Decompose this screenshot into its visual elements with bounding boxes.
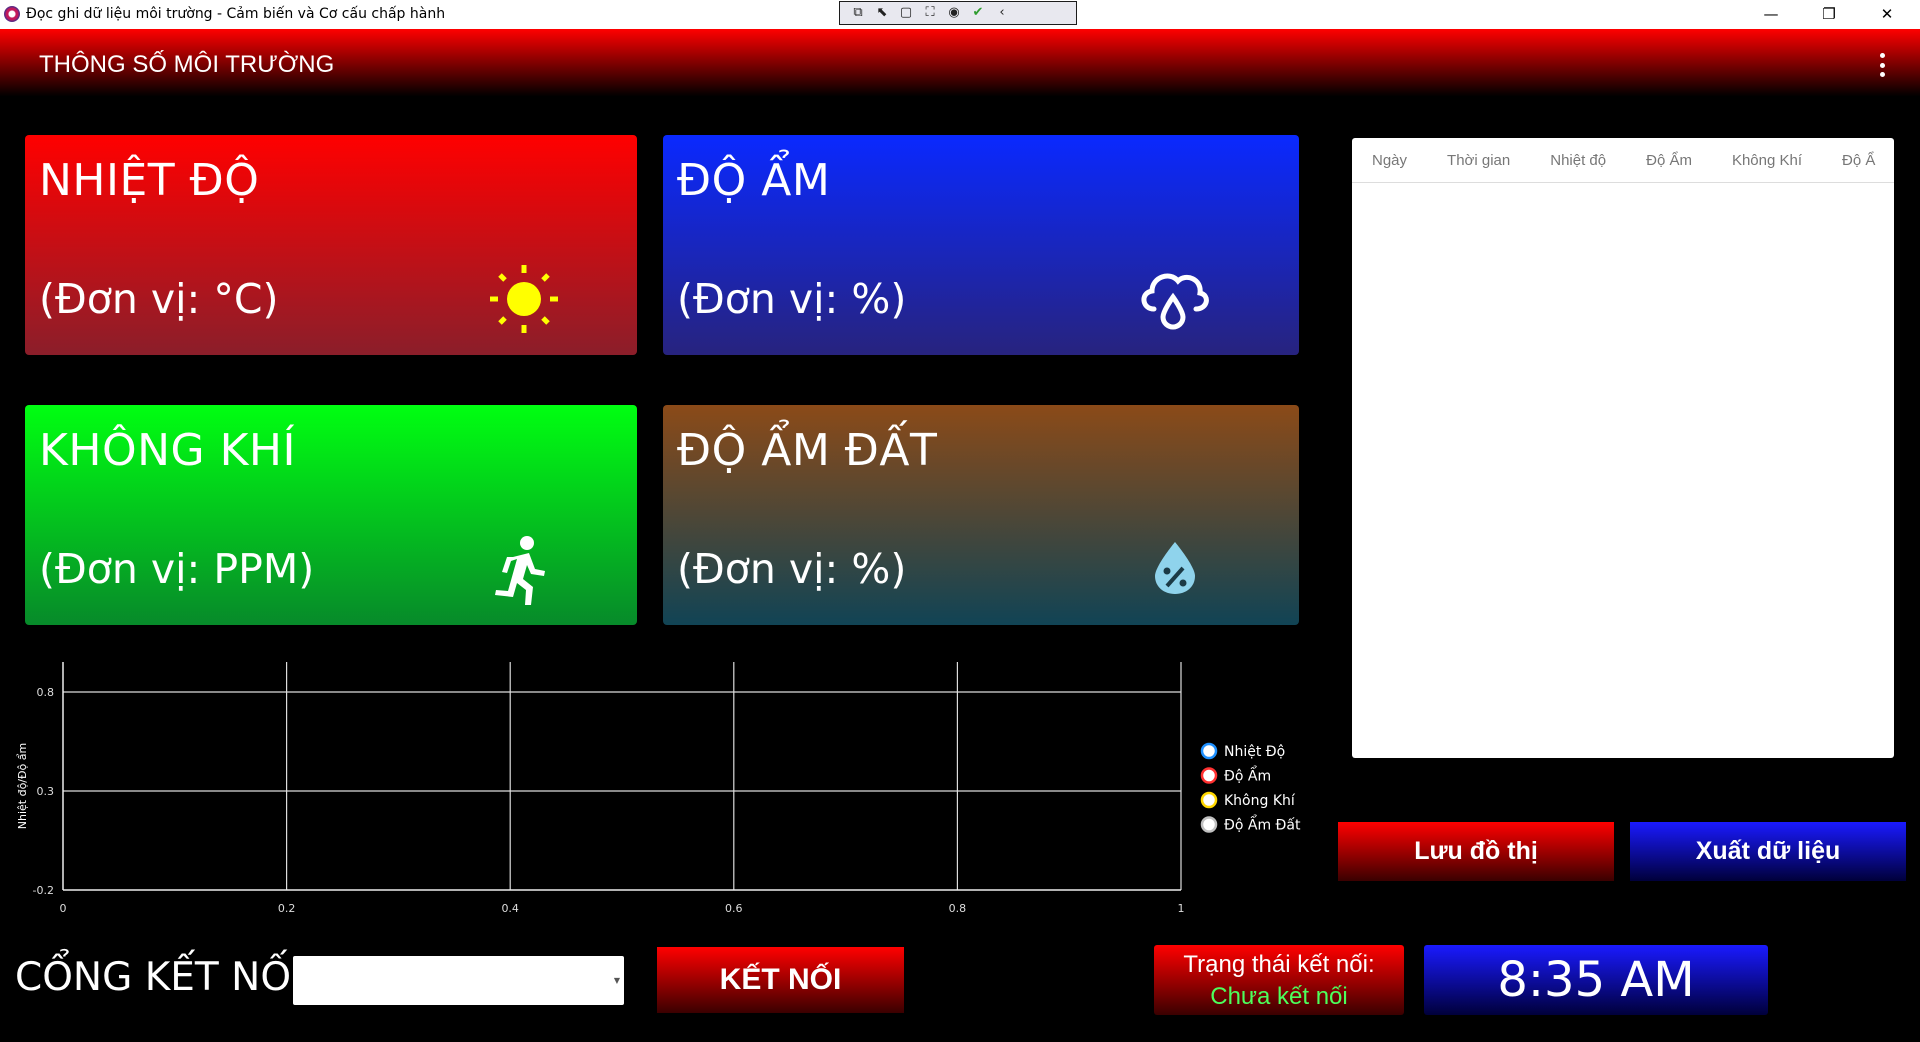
connect-button[interactable]: KẾT NỐI <box>657 947 904 1013</box>
close-button[interactable]: ✕ <box>1864 0 1910 29</box>
table-column-header[interactable]: Thời gian <box>1427 152 1530 169</box>
x-tick-label: 0.6 <box>725 902 743 915</box>
live-tree-icon[interactable]: ⧉ <box>848 4 868 22</box>
running-person-icon <box>495 536 545 605</box>
temperature-unit: (Đơn vị: °C) <box>39 275 279 323</box>
window-titlebar: Đọc ghi dữ liệu môi trường - Cảm biến và… <box>0 0 1920 29</box>
page-title: THÔNG SỐ MÔI TRƯỜNG <box>39 51 335 78</box>
temperature-title: NHIỆT ĐỘ <box>39 155 260 206</box>
x-tick-label: 1 <box>1178 902 1185 915</box>
connection-status: Trạng thái kết nối: Chưa kết nối <box>1154 945 1404 1015</box>
minimize-button[interactable]: — <box>1748 0 1794 29</box>
legend-label: Độ Ẩm <box>1224 766 1271 785</box>
export-data-button[interactable]: Xuất dữ liệu <box>1630 822 1906 881</box>
legend-label: Độ Ẩm Đất <box>1224 815 1301 834</box>
x-tick-label: 0.8 <box>949 902 967 915</box>
soil-moisture-unit: (Đơn vị: %) <box>677 545 907 593</box>
clock-display: 8:35 AM <box>1424 945 1768 1015</box>
table-column-header[interactable]: Độ Ẩ <box>1822 152 1894 169</box>
window-title: Đọc ghi dữ liệu môi trường - Cảm biến và… <box>26 6 446 22</box>
x-tick-label: 0.2 <box>278 902 296 915</box>
table-column-header[interactable]: Nhiệt độ <box>1530 152 1626 169</box>
legend-marker <box>1200 816 1218 833</box>
chart-svg: 0 0.2 0.4 0.6 0.8 1 -0.2 0.3 0.8 Nhiệt độ/Độ ẩm Nh… <box>16 662 1301 915</box>
humidity-title: ĐỘ ẨM <box>677 155 831 206</box>
legend-marker <box>1200 767 1218 784</box>
select-element-icon[interactable]: ⬉ <box>872 4 892 22</box>
table-column-header[interactable]: Ngày <box>1352 152 1427 169</box>
app-header: THÔNG SỐ MÔI TRƯỜNG <box>0 29 1920 100</box>
y-tick-label: -0.2 <box>33 884 54 897</box>
rain-cloud-icon <box>1141 273 1209 330</box>
temperature-card: NHIỆT ĐỘ (Đơn vị: °C) <box>25 135 637 355</box>
track-focus-icon[interactable]: ⛶ <box>920 4 940 22</box>
data-table[interactable]: Ngày Thời gian Nhiệt độ Độ Ẩm Không Khí Độ Ẩ <box>1352 138 1894 758</box>
restore-button[interactable]: ❐ <box>1806 0 1852 29</box>
hot-reload-icon[interactable]: ◉ <box>944 4 964 22</box>
status-label: Trạng thái kết nối: <box>1183 951 1375 978</box>
air-card: KHÔNG KHÍ (Đơn vị: PPM) <box>25 405 637 625</box>
display-layout-icon[interactable]: ▢ <box>896 4 916 22</box>
port-label: CỔNG KẾT NỐI: <box>15 955 316 1000</box>
legend-marker <box>1200 791 1218 809</box>
humidity-card: ĐỘ ẨM (Đơn vị: %) <box>663 135 1299 355</box>
debug-toolbar[interactable]: ⧉ ⬉ ▢ ⛶ ◉ ✔ ‹ <box>839 1 1077 25</box>
more-options-icon[interactable] <box>1879 53 1885 77</box>
collapse-icon[interactable]: ‹ <box>992 4 1012 22</box>
air-title: KHÔNG KHÍ <box>39 425 296 476</box>
x-tick-label: 0 <box>60 902 67 915</box>
sensor-chart: 0 0.2 0.4 0.6 0.8 1 -0.2 0.3 0.8 Nhiệt độ/Độ ẩm Nh… <box>0 650 1320 930</box>
y-axis-label: Nhiệt độ/Độ ẩm <box>16 743 29 829</box>
status-value: Chưa kết nối <box>1210 983 1348 1010</box>
table-column-header[interactable]: Độ Ẩm <box>1626 152 1712 169</box>
water-percent-icon <box>1155 542 1195 594</box>
sun-icon <box>490 265 558 333</box>
port-select[interactable]: ▼ <box>293 956 624 1005</box>
check-icon[interactable]: ✔ <box>968 4 988 22</box>
y-tick-label: 0.3 <box>37 785 55 798</box>
legend-label: Nhiệt Độ <box>1224 744 1285 760</box>
app-icon <box>4 6 20 22</box>
save-chart-button[interactable]: Lưu đồ thị <box>1338 822 1614 881</box>
y-tick-label: 0.8 <box>37 686 55 699</box>
humidity-unit: (Đơn vị: %) <box>677 275 907 323</box>
legend-label: Không Khí <box>1224 793 1296 809</box>
air-unit: (Đơn vị: PPM) <box>39 545 315 593</box>
soil-moisture-title: ĐỘ ẨM ĐẤT <box>677 425 938 476</box>
table-header: Ngày Thời gian Nhiệt độ Độ Ẩm Không Khí Độ Ẩ <box>1352 138 1894 183</box>
table-column-header[interactable]: Không Khí <box>1712 152 1822 169</box>
soil-moisture-card: ĐỘ ẨM ĐẤT (Đơn vị: %) <box>663 405 1299 625</box>
x-tick-label: 0.4 <box>501 902 519 915</box>
chevron-down-icon[interactable]: ▼ <box>614 976 620 985</box>
legend-marker <box>1200 742 1218 760</box>
